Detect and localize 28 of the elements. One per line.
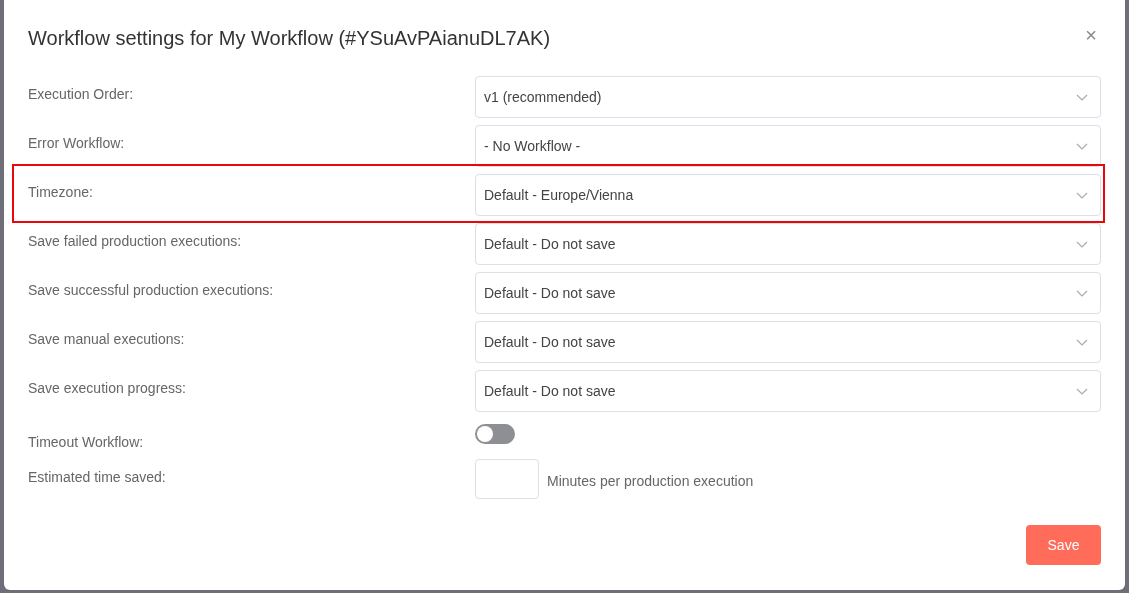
- chevron-down-icon: [1076, 191, 1088, 199]
- setting-label: Execution Order:: [28, 85, 135, 104]
- setting-label: Timeout Workflow:: [28, 433, 145, 452]
- select-field[interactable]: Default - Do not save: [475, 272, 1101, 314]
- chevron-down-icon: [1076, 93, 1088, 101]
- chevron-down-icon: [1076, 338, 1088, 346]
- select-field[interactable]: v1 (recommended): [475, 76, 1101, 118]
- chevron-down-icon: [1076, 142, 1088, 150]
- select-field[interactable]: Default - Do not save: [475, 370, 1101, 412]
- select-field[interactable]: Default - Europe/Vienna: [475, 174, 1101, 216]
- number-input[interactable]: [475, 459, 539, 499]
- dialog-title: Workflow settings for My Workflow (#YSuAvPAianuDL7AK): [28, 26, 551, 51]
- unit-text: Minutes per production execution: [547, 472, 754, 491]
- setting-label: Save failed production executions:: [28, 232, 243, 251]
- setting-label: Save successful production executions:: [28, 281, 275, 300]
- select-field[interactable]: Default - Do not save: [475, 321, 1101, 363]
- setting-label: Error Workflow:: [28, 134, 126, 153]
- close-button[interactable]: ×: [1085, 25, 1097, 45]
- toggle-switch[interactable]: [475, 424, 515, 444]
- chevron-down-icon: [1076, 387, 1088, 395]
- select-field[interactable]: Default - Do not save: [475, 223, 1101, 265]
- setting-label: Estimated time saved:: [28, 468, 167, 487]
- chevron-down-icon: [1076, 240, 1088, 248]
- setting-label: Timezone:: [28, 183, 94, 202]
- setting-label: Save manual executions:: [28, 330, 186, 349]
- chevron-down-icon: [1076, 289, 1088, 297]
- setting-label: Save execution progress:: [28, 379, 187, 398]
- select-field[interactable]: - No Workflow -: [475, 125, 1101, 167]
